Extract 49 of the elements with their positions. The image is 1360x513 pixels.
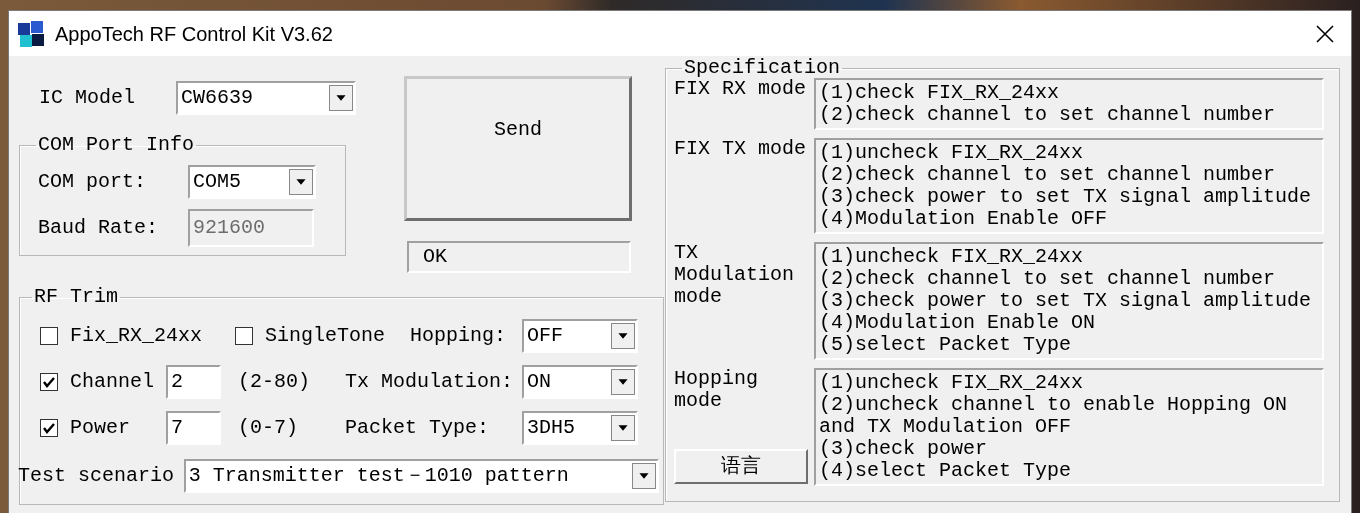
range-hint: (0-7) — [238, 417, 299, 439]
window-title: AppoTech RF Control Kit V3.62 — [55, 22, 334, 45]
checkbox[interactable] — [235, 327, 253, 345]
field-label: Tx Modulation: — [345, 371, 510, 393]
language-button[interactable]: 语言 — [674, 449, 808, 484]
checkbox[interactable] — [40, 327, 58, 345]
caret-icon — [289, 169, 313, 195]
instructions-text: (1)uncheck FIX_RX_24xx (2)check channel to set channel number (3)check power to set TX signal amplitude (4)Modulation Enable OFF — [814, 138, 1324, 234]
instructions-text: (1)uncheck FIX_RX_24xx (2)check channel to set channel number (3)check power to set TX signal amplitude (4)Modulation Enable ON (5)select Packet Type — [814, 242, 1324, 360]
checkbox[interactable] — [40, 373, 58, 391]
mode-label: TX Modulation mode — [674, 242, 796, 308]
instructions-text: (1)check FIX_RX_24xx (2)check channel to set channel number — [814, 78, 1324, 130]
caret-icon — [632, 463, 656, 489]
field-label: Hopping: — [410, 325, 507, 347]
dropdown[interactable]: ON — [522, 365, 638, 399]
caret-icon — [611, 415, 635, 441]
checkbox[interactable] — [40, 419, 58, 437]
checkbox-label: Fix_RX_24xx — [70, 325, 204, 347]
field-label: Packet Type: — [345, 417, 491, 439]
close-icon[interactable] — [1315, 23, 1335, 44]
mode-label: Hopping mode — [674, 368, 759, 412]
status-field: OK — [407, 241, 631, 273]
caret-icon — [329, 85, 353, 111]
range-hint: (2-80) — [238, 371, 311, 393]
field-label: COM port: — [38, 171, 148, 193]
input-field: 921600 — [188, 209, 314, 247]
dropdown[interactable]: 3 Transmitter test－1010 pattern — [183, 459, 659, 493]
caret-icon — [611, 323, 635, 349]
send-button[interactable]: Send — [404, 76, 632, 221]
dropdown[interactable]: 3DH5 — [522, 411, 638, 445]
field-label: IC Model — [39, 87, 136, 109]
group-title: Specification — [683, 58, 842, 78]
group-title: RF Trim — [33, 287, 119, 307]
checkbox-label: SingleTone — [265, 325, 387, 347]
mode-label: FIX TX mode — [674, 138, 808, 160]
group-title: COM Port Info — [37, 135, 196, 155]
caret-icon — [611, 369, 635, 395]
dropdown[interactable]: COM5 — [188, 165, 316, 199]
app-icon — [17, 19, 45, 48]
dropdown[interactable]: OFF — [522, 319, 638, 353]
field-label: Test scenario — [18, 465, 176, 487]
input-field[interactable]: 2 — [166, 365, 221, 399]
field-label: Baud Rate: — [38, 217, 160, 239]
checkbox-label: Channel — [70, 371, 155, 393]
instructions-text: (1)uncheck FIX_RX_24xx (2)uncheck channel to enable Hopping ON and TX Modulation OFF (3)check power (4)select Packet Type — [814, 368, 1324, 486]
input-field[interactable]: 7 — [166, 411, 221, 445]
mode-label: FIX RX mode — [674, 78, 808, 100]
dropdown[interactable]: CW6639 — [176, 81, 356, 115]
checkbox-label: Power — [70, 417, 131, 439]
